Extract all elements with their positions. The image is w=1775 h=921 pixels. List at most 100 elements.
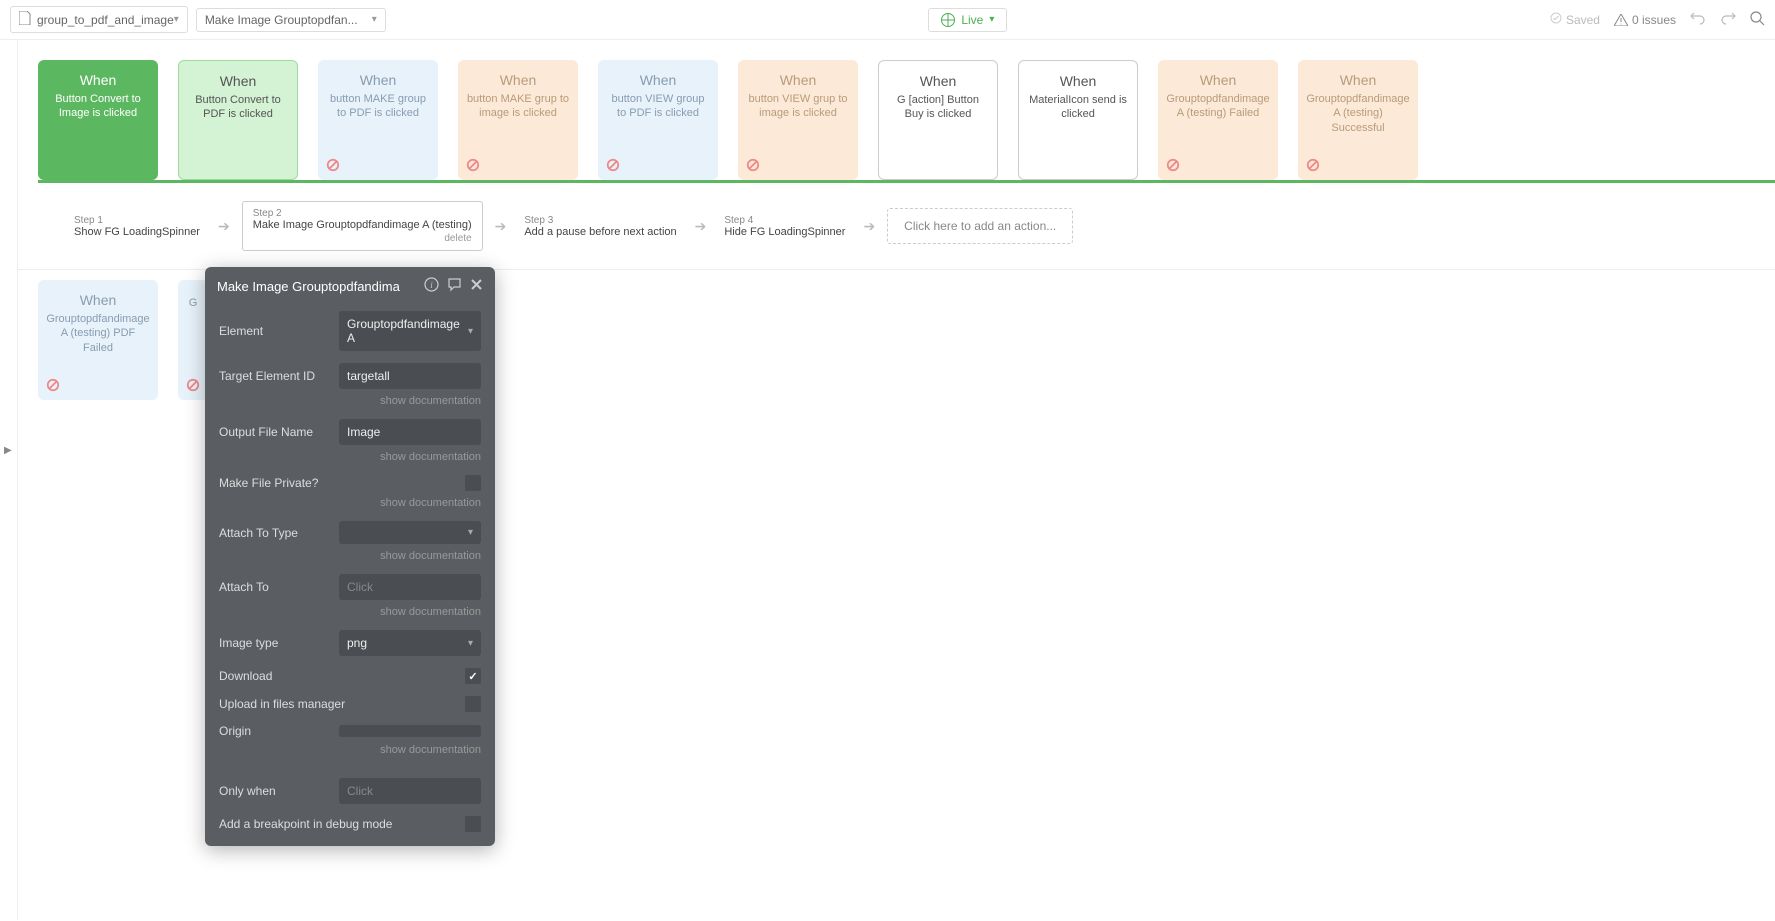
show-documentation-link[interactable]: show documentation: [205, 606, 495, 624]
workflow-step[interactable]: Step 2Make Image Grouptopdfandimage A (t…: [242, 201, 483, 251]
event-card[interactable]: When Grouptopdfandimage A (testing) PDF F…: [38, 280, 158, 400]
breakpoint-checkbox[interactable]: [465, 816, 481, 832]
show-documentation-link[interactable]: show documentation: [205, 451, 495, 469]
event-card[interactable]: When Grouptopdfandimage A (testing) Succe…: [1298, 60, 1418, 180]
step-description: Hide FG LoadingSpinner: [724, 226, 845, 238]
row-upload-files-manager: Upload in files manager: [205, 690, 495, 718]
row-image-type: Image type png ▾: [205, 624, 495, 662]
event-card[interactable]: G: [178, 280, 208, 400]
make-file-private-checkbox[interactable]: [465, 475, 481, 491]
arrow-right-icon: ➔: [863, 218, 875, 235]
event-when-label: When: [80, 292, 117, 308]
property-editor-panel[interactable]: Make Image Grouptopdfandima i Element Gr…: [205, 267, 495, 846]
event-card[interactable]: Whenbutton MAKE group to PDF is clicked: [318, 60, 438, 180]
download-checkbox[interactable]: [465, 668, 481, 684]
attach-to-type-select[interactable]: ▾: [339, 521, 481, 544]
no-entry-icon: [46, 378, 60, 392]
step-number: Step 1: [74, 215, 200, 226]
toolbar-center: Live ▾: [394, 8, 1542, 32]
chevron-down-icon: ▾: [468, 638, 473, 649]
close-icon[interactable]: [470, 278, 483, 294]
row-attach-to: Attach To Click: [205, 568, 495, 606]
event-when-label: When: [640, 72, 677, 88]
event-when-label: When: [1060, 73, 1097, 89]
element-name: Make Image Grouptopdfan...: [205, 13, 358, 27]
row-origin: Origin: [205, 718, 495, 744]
row-target-element-id: Target Element ID targetall: [205, 357, 495, 395]
event-when-label: When: [220, 73, 257, 89]
svg-text:i: i: [430, 280, 433, 290]
comment-icon[interactable]: [447, 277, 462, 295]
expand-arrow-icon[interactable]: ▶: [4, 445, 12, 456]
event-description: button VIEW grup to image is clicked: [746, 92, 850, 121]
add-action-button[interactable]: Click here to add an action...: [887, 208, 1073, 244]
event-card[interactable]: Whenbutton VIEW group to PDF is clicked: [598, 60, 718, 180]
step-description: Make Image Grouptopdfandimage A (testing…: [253, 219, 472, 231]
event-card[interactable]: WhenMaterialIcon send is clicked: [1018, 60, 1138, 180]
event-when-label: When: [920, 73, 957, 89]
show-documentation-link[interactable]: show documentation: [205, 550, 495, 568]
chevron-down-icon: ▾: [372, 14, 377, 25]
event-card[interactable]: WhenButton Convert to PDF is clicked: [178, 60, 298, 180]
no-entry-icon: [1166, 158, 1180, 172]
output-file-name-input[interactable]: Image: [339, 419, 481, 445]
event-card[interactable]: WhenButton Convert to Image is clicked: [38, 60, 158, 180]
left-gutter: ▶: [0, 40, 18, 920]
saved-indicator: Saved: [1550, 12, 1600, 27]
event-description: Button Convert to Image is clicked: [46, 92, 150, 121]
event-description: Grouptopdfandimage A (testing) PDF Faile…: [46, 312, 150, 355]
page-select-dropdown[interactable]: group_to_pdf_and_image ▾: [10, 6, 188, 33]
events-row: WhenButton Convert to Image is clickedWh…: [18, 40, 1775, 180]
image-type-select[interactable]: png ▾: [339, 630, 481, 656]
globe-icon: [941, 13, 955, 27]
issues-indicator[interactable]: 0 issues: [1614, 13, 1676, 27]
row-make-file-private: Make File Private?: [205, 469, 495, 497]
event-selection-bar: [38, 180, 1775, 183]
panel-title: Make Image Grouptopdfandima: [217, 279, 416, 294]
no-entry-icon: [606, 158, 620, 172]
arrow-right-icon: ➔: [495, 218, 507, 235]
event-description: G [action] Button Buy is clicked: [887, 93, 989, 122]
no-entry-icon: [186, 378, 200, 392]
info-icon[interactable]: i: [424, 277, 439, 295]
chevron-down-icon: ▾: [468, 527, 473, 538]
event-description: G: [189, 296, 198, 310]
event-when-label: When: [1200, 72, 1237, 88]
attach-to-input[interactable]: Click: [339, 574, 481, 600]
file-icon: [19, 11, 31, 28]
origin-input[interactable]: [339, 725, 481, 737]
show-documentation-link[interactable]: show documentation: [205, 395, 495, 413]
search-button[interactable]: [1750, 11, 1765, 29]
row-breakpoint: Add a breakpoint in debug mode: [205, 810, 495, 838]
no-entry-icon: [1306, 158, 1320, 172]
workflow-step[interactable]: Step 4Hide FG LoadingSpinner: [718, 211, 851, 242]
upload-checkbox[interactable]: [465, 696, 481, 712]
element-select[interactable]: Grouptopdfandimage A ▾: [339, 311, 481, 351]
event-card[interactable]: WhenGrouptopdfandimage A (testing) Faile…: [1158, 60, 1278, 180]
workflow-step[interactable]: Step 1Show FG LoadingSpinner: [68, 211, 206, 242]
event-card[interactable]: When button MAKE grup to image is clicked: [458, 60, 578, 180]
toolbar-right: Saved 0 issues: [1550, 11, 1765, 29]
event-description: Grouptopdfandimage A (testing) Successfu…: [1306, 92, 1410, 135]
target-element-id-input[interactable]: targetall: [339, 363, 481, 389]
element-select-dropdown[interactable]: Make Image Grouptopdfan... ▾: [196, 8, 386, 32]
event-when-label: When: [500, 72, 537, 88]
event-card[interactable]: When G [action] Button Buy is clicked: [878, 60, 998, 180]
step-number: Step 2: [253, 208, 472, 219]
chevron-down-icon: ▾: [989, 14, 994, 25]
panel-header[interactable]: Make Image Grouptopdfandima i: [205, 267, 495, 305]
only-when-input[interactable]: Click: [339, 778, 481, 804]
event-description: button MAKE grup to image is clicked: [466, 92, 570, 121]
live-toggle[interactable]: Live ▾: [928, 8, 1007, 32]
show-documentation-link[interactable]: show documentation: [205, 744, 495, 762]
steps-row: Step 1Show FG LoadingSpinner ➔ Step 2Make …: [18, 183, 1775, 270]
row-output-file-name: Output File Name Image: [205, 413, 495, 451]
no-entry-icon: [326, 158, 340, 172]
event-when-label: When: [1340, 72, 1377, 88]
undo-button[interactable]: [1690, 11, 1706, 28]
event-card[interactable]: Whenbutton VIEW grup to image is clicked: [738, 60, 858, 180]
delete-step-link[interactable]: delete: [253, 233, 472, 244]
show-documentation-link[interactable]: show documentation: [205, 497, 495, 515]
workflow-step[interactable]: Step 3Add a pause before next action: [518, 211, 682, 242]
redo-button[interactable]: [1720, 11, 1736, 28]
